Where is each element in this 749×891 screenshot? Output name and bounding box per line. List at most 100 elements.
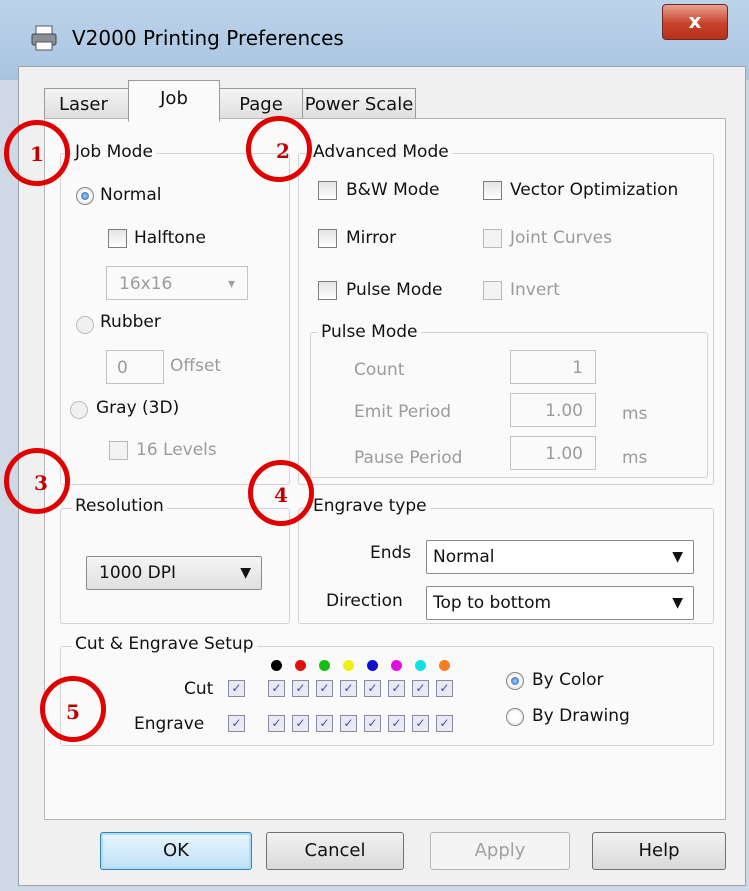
cancel-button[interactable]: Cancel <box>266 832 404 870</box>
annotation-number-3: 3 <box>34 471 48 495</box>
resolution-title: Resolution <box>72 496 167 516</box>
color-swatch-3 <box>319 660 330 671</box>
engrave-all-checkbox[interactable]: ✓ <box>228 715 245 732</box>
annotation-number-2: 2 <box>276 139 290 163</box>
annotation-number-1: 1 <box>30 142 44 166</box>
halftone-size-select[interactable]: 16x16 ▾ <box>106 266 248 300</box>
direction-select[interactable]: Top to bottom ▼ <box>426 586 694 620</box>
offset-label: Offset <box>170 356 222 376</box>
bw-mode-label: B&W Mode <box>346 180 440 200</box>
count-input[interactable]: 1 <box>510 350 596 384</box>
invert-checkbox[interactable] <box>483 281 502 300</box>
chevron-down-icon: ▼ <box>672 549 683 565</box>
cut-color-1-checkbox[interactable]: ✓ <box>268 680 285 697</box>
advanced-mode-title: Advanced Mode <box>310 142 452 162</box>
engrave-color-3-checkbox[interactable]: ✓ <box>316 715 333 732</box>
joint-curves-label: Joint Curves <box>510 228 612 248</box>
gray-3d-label: Gray (3D) <box>96 398 180 418</box>
vector-optimization-checkbox[interactable] <box>483 181 502 200</box>
ok-button[interactable]: OK <box>100 832 252 870</box>
emit-period-input[interactable]: 1.00 <box>510 393 596 427</box>
cut-color-5-checkbox[interactable]: ✓ <box>364 680 381 697</box>
ends-label: Ends <box>370 543 412 563</box>
cut-color-3-checkbox[interactable]: ✓ <box>316 680 333 697</box>
engrave-color-4-checkbox[interactable]: ✓ <box>340 715 357 732</box>
engrave-color-2-checkbox[interactable]: ✓ <box>292 715 309 732</box>
direction-value: Top to bottom <box>433 593 552 613</box>
vector-optimization-label: Vector Optimization <box>510 180 679 200</box>
pulse-mode-label: Pulse Mode <box>346 280 443 300</box>
help-button[interactable]: Help <box>592 832 726 870</box>
rubber-label: Rubber <box>100 312 161 332</box>
color-swatch-6 <box>391 660 402 671</box>
cut-label: Cut <box>184 679 214 699</box>
direction-label: Direction <box>326 591 403 611</box>
tab-power-scale[interactable]: Power Scale <box>302 88 416 121</box>
normal-radio[interactable] <box>76 187 94 205</box>
cut-color-4-checkbox[interactable]: ✓ <box>340 680 357 697</box>
cut-color-2-checkbox[interactable]: ✓ <box>292 680 309 697</box>
gray-3d-radio[interactable] <box>70 401 88 419</box>
color-swatch-4 <box>343 660 354 671</box>
color-swatch-5 <box>367 660 378 671</box>
tab-laser[interactable]: Laser <box>44 88 130 120</box>
halftone-checkbox[interactable] <box>108 229 127 248</box>
color-swatch-2 <box>295 660 306 671</box>
cut-color-7-checkbox[interactable]: ✓ <box>412 680 429 697</box>
chevron-down-icon: ▼ <box>672 595 683 611</box>
engrave-label: Engrave <box>134 714 205 734</box>
resolution-value: 1000 DPI <box>99 563 177 583</box>
window-title: V2000 Printing Preferences <box>72 26 344 50</box>
halftone-label: Halftone <box>134 228 206 248</box>
job-mode-group <box>60 153 290 485</box>
engrave-color-6-checkbox[interactable]: ✓ <box>388 715 405 732</box>
mirror-checkbox[interactable] <box>318 229 337 248</box>
halftone-size-value: 16x16 <box>119 274 173 294</box>
16-levels-checkbox[interactable] <box>109 441 128 460</box>
by-color-radio[interactable] <box>506 672 524 690</box>
offset-input[interactable]: 0 <box>106 350 164 384</box>
by-drawing-label: By Drawing <box>532 706 630 726</box>
engrave-type-title: Engrave type <box>310 496 430 516</box>
mirror-label: Mirror <box>346 228 397 248</box>
normal-label: Normal <box>100 185 162 205</box>
joint-curves-checkbox[interactable] <box>483 229 502 248</box>
apply-button[interactable]: Apply <box>430 832 570 870</box>
cut-color-6-checkbox[interactable]: ✓ <box>388 680 405 697</box>
engrave-color-1-checkbox[interactable]: ✓ <box>268 715 285 732</box>
cut-engrave-title: Cut & Engrave Setup <box>72 634 257 654</box>
cut-color-8-checkbox[interactable]: ✓ <box>436 680 453 697</box>
ends-value: Normal <box>433 547 495 567</box>
color-swatch-7 <box>415 660 426 671</box>
bw-mode-checkbox[interactable] <box>318 181 337 200</box>
pulse-mode-checkbox[interactable] <box>318 281 337 300</box>
pulse-mode-group-title: Pulse Mode <box>318 322 421 342</box>
chevron-down-icon: ▼ <box>240 565 251 581</box>
emit-period-label: Emit Period <box>354 402 452 422</box>
engrave-color-7-checkbox[interactable]: ✓ <box>412 715 429 732</box>
color-swatch-1 <box>271 660 282 671</box>
pause-period-label: Pause Period <box>354 448 463 468</box>
by-color-label: By Color <box>532 670 604 690</box>
emit-period-unit: ms <box>622 404 648 424</box>
printer-icon <box>30 24 58 52</box>
tab-page[interactable]: Page <box>216 88 306 121</box>
job-mode-title: Job Mode <box>72 142 156 162</box>
16-levels-label: 16 Levels <box>136 440 217 460</box>
rubber-radio[interactable] <box>76 316 94 334</box>
color-swatch-8 <box>439 660 450 671</box>
annotation-number-4: 4 <box>274 483 288 507</box>
close-button[interactable]: x <box>662 4 728 40</box>
invert-label: Invert <box>510 280 560 300</box>
engrave-color-8-checkbox[interactable]: ✓ <box>436 715 453 732</box>
by-drawing-radio[interactable] <box>506 708 524 726</box>
ends-select[interactable]: Normal ▼ <box>426 540 694 574</box>
resolution-select[interactable]: 1000 DPI ▼ <box>86 556 262 590</box>
tab-job[interactable]: Job <box>128 80 220 122</box>
annotation-number-5: 5 <box>66 700 80 724</box>
cut-all-checkbox[interactable]: ✓ <box>228 680 245 697</box>
pause-period-input[interactable]: 1.00 <box>510 436 596 470</box>
pause-period-unit: ms <box>622 448 648 468</box>
chevron-down-icon: ▾ <box>227 276 235 292</box>
engrave-color-5-checkbox[interactable]: ✓ <box>364 715 381 732</box>
